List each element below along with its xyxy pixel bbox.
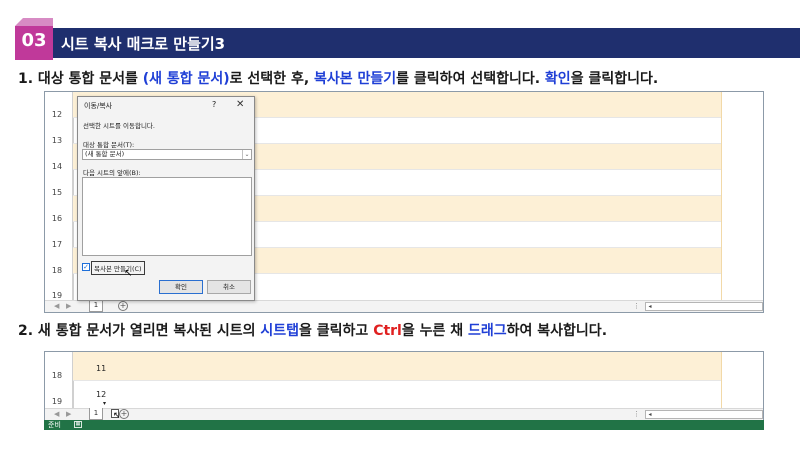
step-1-highlight-new-workbook: (새 통합 문서) xyxy=(142,71,230,87)
target-workbook-label: 대상 통합 문서(T): xyxy=(83,141,135,149)
step-2-highlight-drag: 드래그 xyxy=(468,323,507,339)
row-number[interactable]: 18 xyxy=(45,371,69,380)
row-number[interactable]: 14 xyxy=(45,162,69,171)
row-number[interactable]: 19 xyxy=(45,291,69,300)
section-title: 시트 복사 매크로 만들기3 xyxy=(61,35,226,53)
row-number[interactable]: 18 xyxy=(45,266,69,275)
move-copy-dialog: 이동/복사 ? ✕ 선택한 시트를 이동합니다. 대상 통합 문서(T): (새… xyxy=(77,96,255,301)
target-workbook-select[interactable]: (새 통합 문서) ⌄ xyxy=(82,149,252,160)
row-number[interactable]: 12 xyxy=(45,110,69,119)
row-number[interactable]: 13 xyxy=(45,136,69,145)
splitter-handle-icon[interactable]: ⋮ xyxy=(633,302,640,310)
make-copy-checkbox[interactable]: ✓ xyxy=(82,263,90,271)
row-number[interactable]: 19 xyxy=(45,397,69,406)
section-number: 03 xyxy=(21,30,47,51)
horizontal-scrollbar[interactable]: ◂ xyxy=(645,302,763,311)
tab-scroll-left-icon[interactable]: ◀ xyxy=(54,302,59,310)
ok-button[interactable]: 확인 xyxy=(159,280,203,294)
dialog-title: 이동/복사 xyxy=(84,102,113,110)
before-sheet-list[interactable] xyxy=(82,177,252,256)
step-2-highlight-sheet-tab: 시트탭 xyxy=(260,323,300,339)
tab-scroll-right-icon[interactable]: ▶ xyxy=(66,302,71,310)
step-1-text: 로 선택한 후, xyxy=(229,71,315,87)
sheet-row[interactable] xyxy=(73,352,721,381)
sheet-tab[interactable]: 1 xyxy=(89,300,103,312)
help-icon[interactable]: ? xyxy=(212,100,216,109)
step-2-highlight-ctrl: Ctrl xyxy=(373,323,402,339)
sheet-tab-bar: ◀ ▶ 1 + ↖ ⋮ ◂ xyxy=(45,408,763,420)
step-1-instruction: 1. 대상 통합 문서를 (새 통합 문서)로 선택한 후, 복사본 만들기를 … xyxy=(18,68,658,88)
macro-record-icon[interactable]: ▦ xyxy=(74,421,82,428)
make-copy-label[interactable]: 복사본 만들기(C) xyxy=(91,261,145,275)
sheet-row[interactable] xyxy=(73,381,721,409)
close-icon[interactable]: ✕ xyxy=(236,99,244,110)
step-2-instruction: 2. 새 통합 문서가 열리면 복사된 시트의 시트탭을 클릭하고 Ctrl을 … xyxy=(18,320,607,340)
dialog-instruction: 선택한 시트를 이동합니다. xyxy=(83,122,155,130)
sheet-tab[interactable]: 1 xyxy=(89,408,103,420)
step-2-text: 2. 새 통합 문서가 열리면 복사된 시트의 xyxy=(18,323,261,339)
sheet-tab-bar: ◀ ▶ 1 + ⋮ ◂ xyxy=(45,300,763,312)
cell-value[interactable]: 12 xyxy=(96,390,106,399)
step-1-text: 1. 대상 통합 문서를 xyxy=(18,71,143,87)
status-ready-label: 준비 xyxy=(48,421,61,429)
chevron-down-icon[interactable]: ⌄ xyxy=(242,150,251,159)
before-sheet-label: 다음 시트의 앞에(B): xyxy=(83,169,141,177)
tab-scroll-left-icon[interactable]: ◀ xyxy=(54,410,59,418)
step-1-highlight-make-copy: 복사본 만들기 xyxy=(314,71,397,87)
cancel-button[interactable]: 취소 xyxy=(207,280,251,294)
section-number-badge: 03 xyxy=(15,26,53,60)
row-number[interactable]: 17 xyxy=(45,240,69,249)
step-1-text: 를 클릭하여 선택합니다. xyxy=(396,71,545,87)
mouse-cursor-icon: ↖ xyxy=(124,268,133,279)
insert-marker-icon: ▾ xyxy=(103,400,107,407)
step-1-text: 을 클릭합니다. xyxy=(570,71,659,87)
step-2-text: 하여 복사합니다. xyxy=(506,323,608,339)
column-border xyxy=(721,352,722,409)
horizontal-scrollbar[interactable]: ◂ xyxy=(645,410,763,419)
add-sheet-icon[interactable]: + xyxy=(118,301,128,311)
scroll-left-icon[interactable]: ◂ xyxy=(646,303,654,310)
status-bar: 준비 ▦ xyxy=(44,420,764,430)
target-workbook-value: (새 통합 문서) xyxy=(85,150,125,158)
excel-screenshot-2: 18 19 11 12 ▾ ◀ ▶ 1 + ↖ ⋮ ◂ xyxy=(44,351,764,421)
row-number[interactable]: 15 xyxy=(45,188,69,197)
step-2-text: 을 클릭하고 xyxy=(299,323,374,339)
scroll-left-icon[interactable]: ◂ xyxy=(646,411,654,418)
splitter-handle-icon[interactable]: ⋮ xyxy=(633,410,640,418)
cell-value[interactable]: 11 xyxy=(96,364,106,373)
step-2-text: 을 누른 채 xyxy=(401,323,469,339)
tab-scroll-right-icon[interactable]: ▶ xyxy=(66,410,71,418)
badge-fold xyxy=(15,18,53,26)
column-border xyxy=(721,92,722,301)
row-number[interactable]: 16 xyxy=(45,214,69,223)
step-1-highlight-ok: 확인 xyxy=(544,71,571,87)
section-header: 03 시트 복사 매크로 만들기3 xyxy=(15,18,800,60)
